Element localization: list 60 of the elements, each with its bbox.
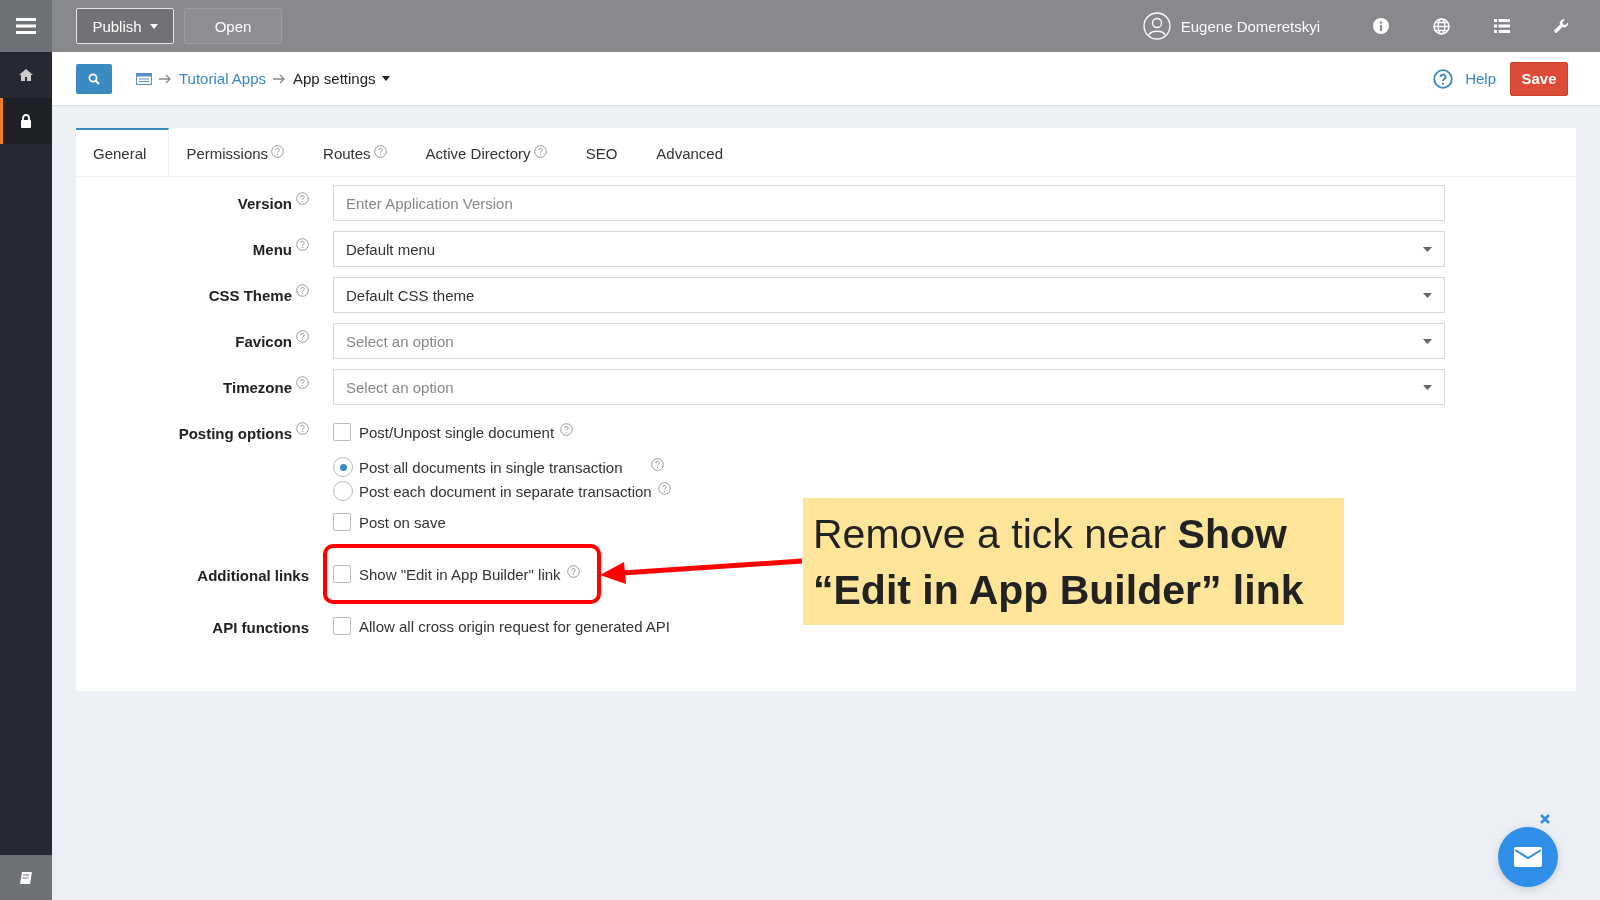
field-label: CSS Theme bbox=[208, 287, 292, 304]
breadcrumb-link[interactable]: Tutorial Apps bbox=[179, 70, 266, 87]
field-label: Timezone bbox=[223, 379, 292, 396]
input-field[interactable]: Enter Application Version bbox=[333, 185, 1445, 221]
caret-icon bbox=[1423, 384, 1432, 390]
caret-icon bbox=[381, 76, 390, 81]
save-button[interactable]: Save bbox=[1510, 61, 1568, 96]
caret-icon bbox=[1423, 292, 1432, 298]
help-icon[interactable] bbox=[1433, 68, 1454, 89]
checkbox[interactable] bbox=[333, 513, 351, 531]
checkbox-label: Post/Unpost single document bbox=[359, 423, 555, 441]
list-icon[interactable] bbox=[1494, 19, 1510, 33]
select-field[interactable]: Default CSS theme bbox=[333, 277, 1445, 313]
search-icon bbox=[88, 72, 100, 85]
app-icon bbox=[136, 72, 152, 85]
checkbox-label: Show "Edit in App Builder" link bbox=[359, 565, 561, 583]
checkbox[interactable] bbox=[333, 423, 351, 441]
sidebar-item[interactable] bbox=[0, 98, 52, 144]
radio-label: Post each document in separate transaction bbox=[359, 482, 652, 500]
select-field[interactable]: Select an option bbox=[333, 369, 1445, 405]
field-label: Additional links bbox=[197, 567, 309, 584]
tab[interactable]: Active Directory bbox=[408, 128, 569, 176]
caret-icon bbox=[149, 23, 158, 29]
publish-button[interactable]: Publish bbox=[76, 8, 174, 44]
help-link[interactable]: Help bbox=[1465, 70, 1496, 87]
arrow-icon bbox=[159, 73, 172, 84]
radio-label: Post all documents in single transaction bbox=[359, 458, 624, 476]
search-button[interactable] bbox=[76, 63, 112, 94]
caret-icon bbox=[1423, 246, 1432, 252]
wrench-icon[interactable] bbox=[1554, 18, 1569, 34]
field-label: Version bbox=[237, 195, 292, 212]
home-icon bbox=[19, 68, 33, 82]
callout-text: Remove a tick near Show “Edit in App Builder” link bbox=[803, 498, 1344, 625]
close-icon[interactable] bbox=[1540, 814, 1550, 824]
chat-button[interactable] bbox=[1498, 827, 1558, 887]
tab[interactable]: SEO bbox=[568, 128, 640, 176]
menu-icon[interactable] bbox=[16, 18, 36, 34]
lock-icon bbox=[19, 114, 33, 128]
field-label: Favicon bbox=[235, 333, 292, 350]
arrow-icon bbox=[273, 73, 286, 84]
checkbox-label: Allow all cross origin request for generated API bbox=[359, 617, 670, 635]
tab[interactable]: Permissions bbox=[169, 128, 307, 176]
checkbox[interactable] bbox=[333, 565, 351, 583]
avatar-icon[interactable] bbox=[1142, 12, 1171, 40]
book-icon[interactable] bbox=[19, 870, 33, 885]
info-icon[interactable] bbox=[1373, 18, 1389, 34]
checkbox-label: Post on save bbox=[359, 513, 446, 531]
breadcrumb-menu[interactable]: App settings bbox=[293, 70, 390, 87]
tab[interactable]: General bbox=[76, 128, 170, 176]
tab[interactable]: Advanced bbox=[639, 128, 746, 176]
field-label: Menu bbox=[252, 241, 292, 258]
globe-icon[interactable] bbox=[1433, 17, 1450, 35]
field-label: Posting options bbox=[178, 425, 292, 442]
tab[interactable]: Routes bbox=[306, 128, 409, 176]
select-field[interactable]: Select an option bbox=[333, 323, 1445, 359]
envelope-icon bbox=[1514, 847, 1542, 867]
checkbox[interactable] bbox=[333, 617, 351, 635]
select-field[interactable]: Default menu bbox=[333, 231, 1445, 267]
caret-icon bbox=[1423, 338, 1432, 344]
field-label: API functions bbox=[212, 619, 309, 636]
